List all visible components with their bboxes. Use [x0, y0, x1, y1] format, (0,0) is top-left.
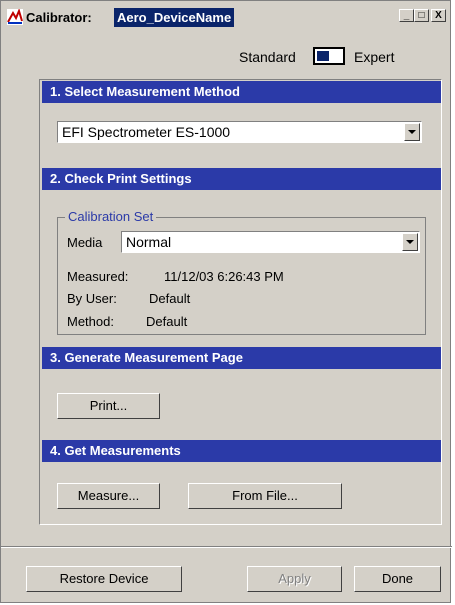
maximize-button[interactable]: □ [414, 9, 429, 22]
maximize-icon: □ [418, 10, 425, 21]
from-file-button[interactable]: From File... [188, 483, 342, 509]
section-header-select-method: 1. Select Measurement Method [42, 81, 441, 103]
method-value: Default [146, 314, 188, 329]
footer-separator [1, 546, 452, 548]
by-user-label: By User: [67, 291, 117, 306]
print-button[interactable]: Print... [57, 393, 160, 419]
window-title-device: Aero_DeviceName [114, 8, 235, 27]
measured-value: 11/12/03 6:26:43 PM [164, 269, 284, 284]
restore-device-button[interactable]: Restore Device [26, 566, 182, 592]
standard-mode-label: Standard [239, 49, 296, 65]
done-button[interactable]: Done [354, 566, 441, 592]
media-label: Media [67, 235, 103, 250]
window-title-label: Calibrator: [26, 10, 92, 25]
section-header-print-settings: 2. Check Print Settings [42, 168, 441, 190]
measurement-method-value: EFI Spectrometer ES-1000 [62, 124, 231, 140]
section-header-generate-page: 3. Generate Measurement Page [42, 347, 441, 369]
chevron-down-icon[interactable] [404, 123, 420, 141]
title-bar[interactable]: Calibrator: Aero_DeviceName _ □ X [3, 3, 448, 30]
close-button[interactable]: X [431, 9, 446, 22]
mode-toggle[interactable] [313, 47, 345, 65]
minimize-icon: _ [403, 10, 410, 21]
calibration-set-title: Calibration Set [65, 209, 157, 225]
chevron-down-icon[interactable] [402, 233, 418, 251]
media-select[interactable]: Normal [121, 231, 420, 253]
apply-button[interactable]: Apply [247, 566, 342, 592]
measure-button[interactable]: Measure... [57, 483, 160, 509]
method-label: Method: [67, 314, 114, 329]
expert-mode-label: Expert [354, 49, 395, 65]
calibrator-window: Calibrator: Aero_DeviceName _ □ X Standa… [0, 0, 452, 603]
close-icon: X [435, 10, 442, 21]
calibrator-app-icon [7, 9, 23, 25]
media-value: Normal [126, 234, 172, 250]
measured-label: Measured: [67, 269, 129, 284]
by-user-value: Default [149, 291, 191, 306]
minimize-button[interactable]: _ [399, 9, 414, 22]
toggle-knob [317, 51, 329, 61]
measurement-method-select[interactable]: EFI Spectrometer ES-1000 [57, 121, 422, 143]
section-header-get-measurements: 4. Get Measurements [42, 440, 441, 462]
